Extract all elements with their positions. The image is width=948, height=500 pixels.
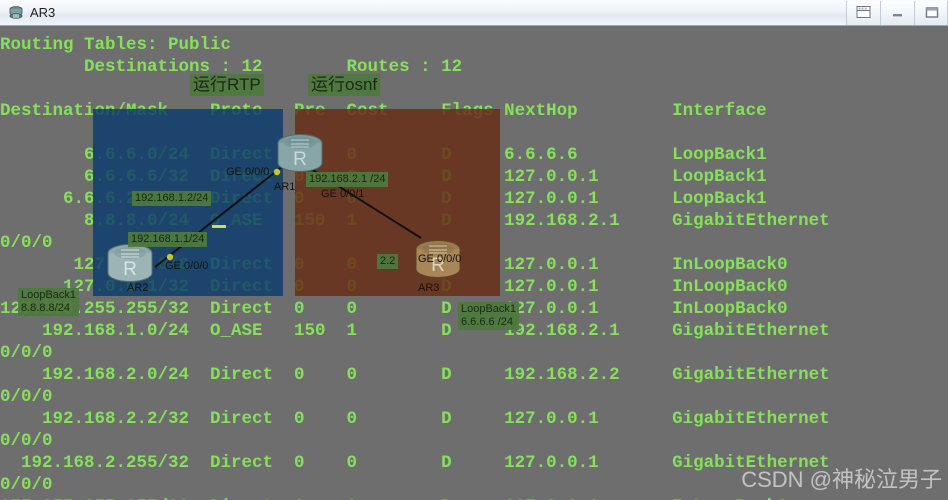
maximize-button[interactable] [914,0,948,25]
ar3-cli-window: AR3 Routing Tables: Public Destinations … [0,0,948,500]
minimize-button[interactable] [880,0,914,25]
terminal-output-area[interactable]: Routing Tables: Public Destinations : 12… [0,26,948,500]
routing-table-text: Routing Tables: Public Destinations : 12… [0,34,830,500]
titlebar-left-group: AR3 [0,5,55,21]
window-title: AR3 [30,5,56,20]
restore-button[interactable] [846,0,880,25]
window-titlebar: AR3 [0,0,948,26]
router-device-icon [7,5,25,21]
window-controls [846,0,948,25]
csdn-watermark: CSDN @神秘泣男子 [741,467,942,492]
